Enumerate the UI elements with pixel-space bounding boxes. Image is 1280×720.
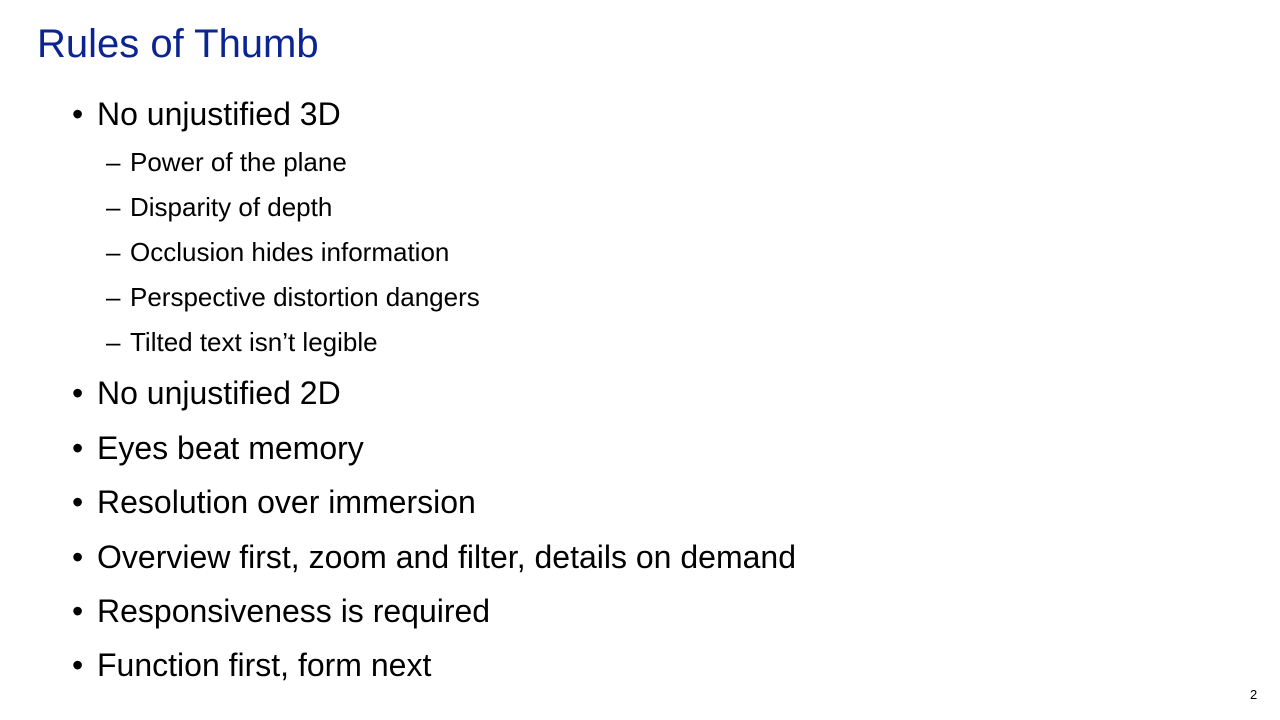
sub-bullet-item: – Disparity of depth (106, 191, 332, 223)
dash-icon: – (106, 147, 121, 177)
dash-icon: – (106, 327, 121, 357)
sub-bullet-text: Occlusion hides information (130, 237, 450, 267)
bullet-text: Resolution over immersion (97, 484, 476, 520)
sub-bullet-item: – Power of the plane (106, 146, 347, 178)
bullet-icon: • (72, 375, 84, 411)
dash-icon: – (106, 282, 121, 312)
sub-bullet-text: Disparity of depth (130, 192, 333, 222)
bullet-icon: • (72, 539, 84, 575)
sub-bullet-item: – Occlusion hides information (106, 236, 449, 268)
bullet-item: • Function first, form next (72, 645, 431, 685)
dash-icon: – (106, 237, 121, 267)
slide-title: Rules of Thumb (37, 22, 319, 66)
sub-bullet-text: Perspective distortion dangers (130, 282, 480, 312)
bullet-text: Function first, form next (97, 647, 432, 683)
bullet-item: • Responsiveness is required (72, 591, 490, 631)
dash-icon: – (106, 192, 121, 222)
bullet-item: • No unjustified 2D (72, 373, 341, 413)
bullet-text: Eyes beat memory (97, 430, 364, 466)
page-number: 2 (1250, 687, 1258, 702)
bullet-icon: • (72, 430, 84, 466)
bullet-item: • Resolution over immersion (72, 482, 476, 522)
bullet-text: No unjustified 2D (97, 375, 341, 411)
bullet-icon: • (72, 484, 84, 520)
bullet-item: • Overview first, zoom and filter, detail… (72, 537, 796, 577)
bullet-text: Overview first, zoom and filter, details… (97, 539, 796, 575)
bullet-item: • No unjustified 3D (72, 94, 341, 134)
sub-bullet-text: Tilted text isn’t legible (130, 327, 378, 357)
bullet-item: • Eyes beat memory (72, 428, 364, 468)
sub-bullet-text: Power of the plane (130, 147, 347, 177)
sub-bullet-item: – Perspective distortion dangers (106, 281, 480, 313)
sub-bullet-item: – Tilted text isn’t legible (106, 326, 378, 358)
bullet-icon: • (72, 647, 84, 683)
bullet-text: Responsiveness is required (97, 593, 491, 629)
bullet-text: No unjustified 3D (97, 96, 341, 132)
bullet-icon: • (72, 593, 84, 629)
bullet-icon: • (72, 96, 84, 132)
